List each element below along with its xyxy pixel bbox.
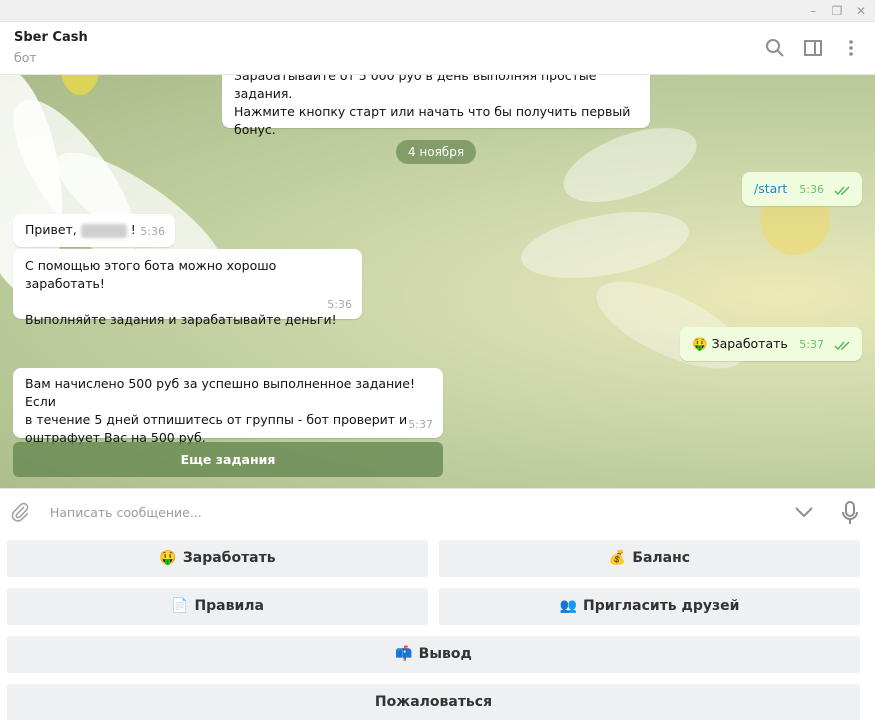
- search-icon[interactable]: [763, 36, 787, 60]
- message-time: 5:36: [799, 183, 824, 196]
- message-input[interactable]: [50, 502, 750, 522]
- sidebar-icon[interactable]: [801, 36, 825, 60]
- complain-button-label: Пожаловаться: [374, 694, 493, 710]
- message-text: Выполняйте задания и зарабатывайте деньг…: [25, 312, 337, 327]
- message-text: С помощью этого бота можно хорошо зарабо…: [25, 258, 277, 291]
- money-face-emoji: 🤑: [692, 336, 708, 351]
- message-outgoing[interactable]: 🤑 Заработать 5:37: [680, 327, 862, 361]
- balance-button-label: Баланс: [632, 550, 691, 566]
- maximize-button[interactable]: ❐: [827, 2, 847, 20]
- earn-button-label: Заработать: [182, 550, 276, 566]
- message-text: в течение 5 дней отпишитесь от группы - …: [25, 412, 408, 427]
- chat-area[interactable]: Зарабатывайте от 5 000 руб в день выполн…: [0, 75, 875, 488]
- message-time: 5:36: [140, 225, 165, 238]
- command-link[interactable]: /start: [754, 181, 787, 196]
- message-text: Привет,: [25, 222, 77, 237]
- double-check-icon: [834, 341, 850, 351]
- wallpaper-petal: [584, 264, 756, 386]
- close-button[interactable]: ✕: [851, 2, 871, 20]
- chat-subtitle: бот: [14, 50, 37, 65]
- message-incoming[interactable]: Зарабатывайте от 5 000 руб в день выполн…: [222, 75, 650, 137]
- mailbox-emoji: 📫: [395, 646, 413, 662]
- balance-button[interactable]: 💰 Баланс: [439, 540, 860, 577]
- message-text: Нажмите кнопку старт или начать что бы п…: [234, 104, 631, 119]
- rules-button[interactable]: 📄 Правила: [7, 588, 428, 625]
- chat-title: Sber Cash: [14, 30, 88, 45]
- double-check-icon: [834, 186, 850, 196]
- wallpaper-flower-center: [60, 75, 100, 95]
- complain-button[interactable]: Пожаловаться: [7, 684, 860, 720]
- chat-header[interactable]: Sber Cash бот: [0, 22, 875, 75]
- money-bag-emoji: 💰: [608, 550, 627, 566]
- document-emoji: 📄: [171, 598, 189, 614]
- message-composer: [0, 488, 875, 534]
- message-outgoing[interactable]: /start 5:36: [742, 172, 862, 206]
- scroll-down-icon[interactable]: [793, 503, 815, 521]
- message-incoming[interactable]: Привет, ! 5:36: [13, 214, 175, 247]
- earn-button[interactable]: 🤑 Заработать: [7, 540, 428, 577]
- message-text: Заработать: [711, 336, 788, 351]
- message-time: 5:37: [799, 338, 824, 351]
- window-titlebar: – ❐ ✕: [0, 0, 875, 22]
- bot-keyboard: 🤑 Заработать 💰 Баланс 📄 Правила 👥 Пригласить…: [0, 534, 875, 720]
- message-text: бонус.: [234, 122, 276, 137]
- rules-button-label: Правила: [194, 598, 264, 614]
- message-time: 5:37: [408, 418, 433, 431]
- more-tasks-inline-button[interactable]: Еще задания: [13, 442, 443, 477]
- message-text: Вам начислено 500 руб за успешно выполне…: [25, 376, 415, 409]
- message-time: 5:36: [327, 298, 352, 311]
- attach-icon[interactable]: [9, 501, 31, 523]
- money-face-emoji: 🤑: [159, 550, 177, 566]
- invite-friends-button[interactable]: 👥 Пригласить друзей: [439, 588, 860, 625]
- invite-friends-button-label: Пригласить друзей: [583, 598, 740, 614]
- withdraw-button-label: Вывод: [418, 646, 472, 662]
- minimize-button[interactable]: –: [803, 2, 823, 20]
- date-separator: 4 ноября: [396, 140, 476, 164]
- blurred-username: [80, 223, 127, 238]
- message-text: !: [130, 222, 136, 237]
- wallpaper-petal: [516, 200, 694, 290]
- message-incoming[interactable]: С помощью этого бота можно хорошо зарабо…: [13, 249, 362, 327]
- message-text: Зарабатывайте от 5 000 руб в день выполн…: [234, 75, 597, 101]
- more-icon[interactable]: [839, 36, 863, 60]
- microphone-icon[interactable]: [840, 500, 860, 526]
- withdraw-button[interactable]: 📫 Вывод: [7, 636, 860, 673]
- message-incoming[interactable]: Вам начислено 500 руб за успешно выполне…: [13, 368, 443, 445]
- people-emoji: 👥: [559, 598, 578, 614]
